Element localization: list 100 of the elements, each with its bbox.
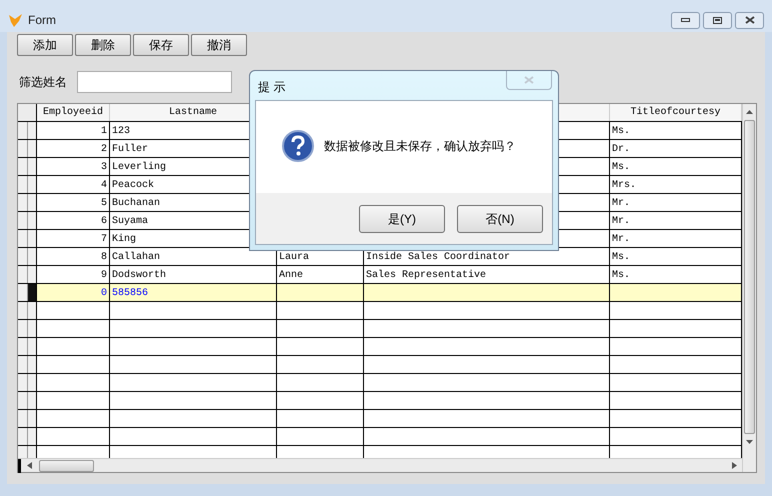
- row-indicator: [28, 302, 37, 319]
- row-selector[interactable]: [18, 194, 28, 211]
- row-selector[interactable]: [18, 122, 28, 139]
- table-cell: Sales Representative: [366, 270, 486, 282]
- row-indicator: [28, 320, 37, 337]
- table-cell: 7: [100, 234, 107, 246]
- row-selector[interactable]: [18, 158, 28, 175]
- column-header[interactable]: Titleofcourtesy: [630, 105, 720, 120]
- row-selector[interactable]: [18, 176, 28, 193]
- row-selector[interactable]: [18, 266, 28, 283]
- scroll-thumb[interactable]: [39, 460, 94, 472]
- toolbar-button[interactable]: 撤消: [191, 34, 247, 56]
- table-cell: 2: [100, 144, 107, 156]
- column-header[interactable]: Lastname: [168, 105, 217, 120]
- table-row[interactable]: [18, 428, 742, 446]
- table-cell: 123: [112, 126, 130, 138]
- table-row[interactable]: [18, 392, 742, 410]
- window-title: Form: [28, 12, 56, 29]
- close-button[interactable]: [735, 12, 764, 28]
- table-cell: 1: [100, 126, 107, 138]
- maximize-icon: [713, 16, 722, 24]
- table-cell: 0: [100, 288, 107, 300]
- table-cell: Suyama: [112, 216, 148, 228]
- scroll-up-icon[interactable]: [746, 110, 753, 114]
- table-row[interactable]: 8 Callahan Laura Inside Sales Coordinator Ms.: [18, 248, 742, 266]
- table-cell: Ms.: [612, 270, 630, 282]
- row-indicator: [28, 338, 37, 355]
- toolbar-button[interactable]: 保存: [133, 34, 189, 56]
- fox-icon: [8, 12, 24, 28]
- table-row[interactable]: 9 Dodsworth Anne Sales Representative Ms.: [18, 266, 742, 284]
- table-cell: 4: [100, 180, 107, 192]
- table-cell: Fuller: [112, 144, 148, 156]
- table-cell: Laura: [279, 252, 310, 264]
- table-row[interactable]: 0 585856: [18, 284, 742, 302]
- row-indicator: [28, 410, 37, 427]
- table-cell: Peacock: [112, 180, 154, 192]
- row-selector[interactable]: [18, 392, 28, 409]
- table-cell: King: [112, 234, 136, 246]
- toolbar-button[interactable]: 删除: [75, 34, 131, 56]
- row-selector[interactable]: [18, 356, 28, 373]
- table-cell: Anne: [279, 270, 304, 282]
- table-cell: Mr.: [612, 216, 630, 228]
- row-selector[interactable]: [18, 446, 28, 458]
- toolbar-button[interactable]: 添加: [17, 34, 73, 56]
- close-icon: [524, 76, 534, 84]
- minimize-button[interactable]: [671, 12, 700, 28]
- table-row[interactable]: [18, 320, 742, 338]
- scroll-left-icon[interactable]: [27, 462, 32, 469]
- table-cell: Mrs.: [612, 180, 636, 192]
- row-selector[interactable]: [18, 410, 28, 427]
- table-cell: 5: [100, 198, 107, 210]
- row-selector[interactable]: [18, 338, 28, 355]
- table-cell: 8: [100, 252, 107, 264]
- row-selector[interactable]: [18, 320, 28, 337]
- row-indicator: [28, 374, 37, 391]
- row-selector[interactable]: [18, 230, 28, 247]
- dialog-button[interactable]: 是(Y): [359, 205, 445, 233]
- table-cell: Ms.: [612, 126, 630, 138]
- table-cell: Mr.: [612, 198, 630, 210]
- row-selector[interactable]: [18, 284, 28, 301]
- table-row[interactable]: [18, 410, 742, 428]
- table-row[interactable]: [18, 302, 742, 320]
- scroll-right-icon[interactable]: [732, 462, 737, 469]
- table-cell: Inside Sales Coordinator: [366, 252, 510, 264]
- table-cell: Ms.: [612, 162, 630, 174]
- filter-label: 筛选姓名: [19, 74, 68, 91]
- scroll-down-icon[interactable]: [746, 440, 753, 444]
- table-cell: Leverling: [112, 162, 166, 174]
- table-cell: Dr.: [612, 144, 630, 156]
- table-row[interactable]: [18, 338, 742, 356]
- row-selector[interactable]: [18, 302, 28, 319]
- row-indicator: [28, 356, 37, 373]
- dialog-button[interactable]: 否(N): [457, 205, 543, 233]
- name-filter-field[interactable]: [77, 71, 232, 93]
- dialog-message: 数据被修改且未保存，确认放弃吗？: [324, 138, 516, 155]
- row-indicator: [28, 392, 37, 409]
- minimize-icon: [681, 18, 690, 22]
- table-cell: Callahan: [112, 252, 160, 264]
- table-cell: 585856: [112, 288, 148, 300]
- table-cell: Dodsworth: [112, 270, 166, 282]
- table-cell: Ms.: [612, 252, 630, 264]
- scroll-thumb[interactable]: [744, 120, 755, 434]
- row-indicator: [28, 428, 37, 445]
- row-selector[interactable]: [18, 374, 28, 391]
- row-selector[interactable]: [18, 212, 28, 229]
- table-cell: Mr.: [612, 234, 630, 246]
- row-selector[interactable]: [18, 140, 28, 157]
- table-row[interactable]: [18, 374, 742, 392]
- table-cell: 9: [100, 270, 107, 282]
- table-cell: 6: [100, 216, 107, 228]
- column-header[interactable]: Employeeid: [42, 105, 103, 120]
- row-indicator: [28, 266, 37, 283]
- scroll-marker: [18, 458, 21, 472]
- close-icon: [744, 16, 754, 24]
- table-cell: Buchanan: [112, 198, 160, 210]
- row-selector[interactable]: [18, 428, 28, 445]
- maximize-button[interactable]: [703, 12, 732, 28]
- row-selector[interactable]: [18, 248, 28, 265]
- question-icon: [282, 130, 314, 162]
- table-row[interactable]: [18, 356, 742, 374]
